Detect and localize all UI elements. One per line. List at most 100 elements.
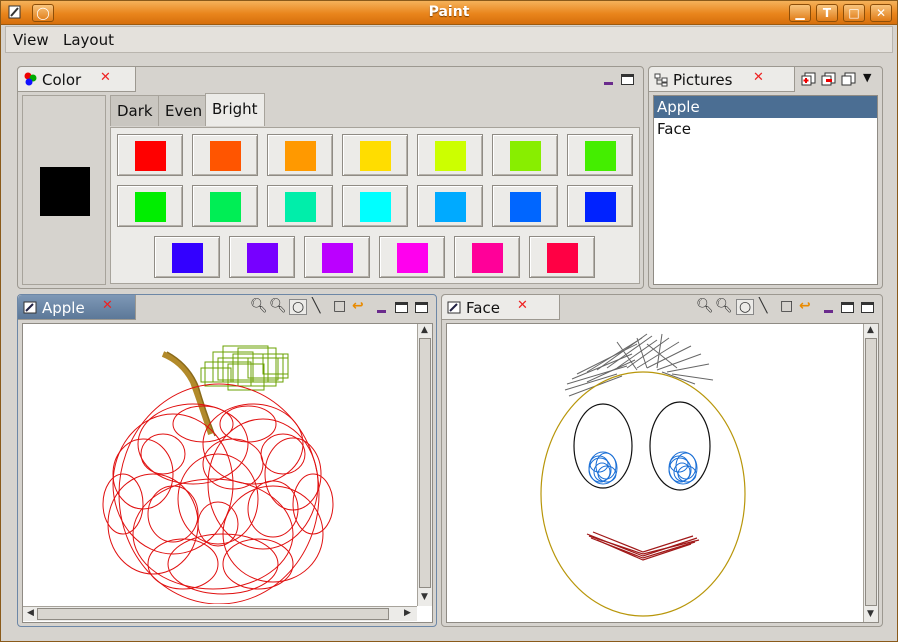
menu-layout[interactable]: Layout [63, 31, 114, 49]
color-swatch-button[interactable] [154, 236, 220, 278]
color-swatch-button[interactable] [417, 134, 483, 176]
picture-icon [23, 301, 37, 314]
pictures-panel: Pictures ✕ ▼ Apple Face [648, 66, 883, 289]
color-chip [360, 141, 391, 171]
apple-panel: Apple ✕ 🔍︎ 🔍︎ ○ ╲ □ ↩ ▲ ▼ ◀ ▶ [17, 294, 437, 627]
color-grid [110, 127, 640, 284]
color-chip [172, 243, 203, 273]
color-panel: Color ✕ Dark Even Bright [17, 66, 644, 289]
list-item-apple[interactable]: Apple [654, 96, 877, 118]
maximize-panel-icon[interactable] [395, 302, 408, 313]
minimize-panel-icon[interactable] [377, 310, 386, 313]
color-swatch-button[interactable] [342, 185, 408, 227]
color-chip [585, 141, 616, 171]
window-list-icon[interactable] [841, 71, 857, 87]
zoom-in-icon[interactable]: 🔍︎ [250, 299, 268, 313]
color-swatch-button[interactable] [342, 134, 408, 176]
maximize-panel-icon[interactable] [841, 302, 854, 313]
paint-window: ◯ Paint ▁ T □ ✕ View Layout Color ✕ Dark… [0, 0, 898, 642]
maximize-panel-icon[interactable] [621, 74, 634, 85]
apple-canvas[interactable]: ▲ ▼ ◀ ▶ [22, 323, 433, 623]
color-icon [24, 72, 37, 86]
zoom-out-icon[interactable]: 🔍︎ [269, 299, 287, 313]
color-swatch-button[interactable] [117, 134, 183, 176]
color-swatch-button[interactable] [454, 236, 520, 278]
color-swatch-button[interactable] [529, 236, 595, 278]
tab-dark[interactable]: Dark [110, 95, 160, 126]
delete-picture-icon[interactable] [821, 71, 837, 87]
zoom-out-icon[interactable]: 🔍︎ [715, 299, 733, 313]
face-panel: Face ✕ 🔍︎ 🔍︎ ○ ╲ □ ↩ ▲ ▼ [441, 294, 883, 627]
scrollbar-thumb[interactable] [865, 338, 877, 606]
color-swatch-button[interactable] [117, 185, 183, 227]
menu-bar: View Layout [5, 26, 893, 53]
horizontal-scrollbar[interactable]: ◀ ▶ [23, 606, 417, 621]
color-chip [322, 243, 353, 273]
minimize-button[interactable]: ▁ [789, 4, 811, 22]
minimize-panel-icon[interactable] [604, 82, 613, 85]
color-swatch-button[interactable] [267, 185, 333, 227]
tab-even[interactable]: Even [158, 95, 210, 126]
color-swatch-button[interactable] [379, 236, 445, 278]
line-tool-icon[interactable]: ╲ [312, 299, 320, 313]
color-chip [510, 141, 541, 171]
undo-icon[interactable]: ↩ [352, 299, 364, 313]
color-chip [285, 192, 316, 222]
undo-icon[interactable]: ↩ [799, 299, 811, 313]
close-icon[interactable]: ✕ [753, 70, 764, 85]
tab-apple-label: Apple [42, 299, 85, 317]
tab-bright[interactable]: Bright [205, 93, 265, 126]
close-button[interactable]: ✕ [870, 4, 892, 22]
color-swatch-button[interactable] [192, 185, 258, 227]
title-bar[interactable]: ◯ Paint ▁ T □ ✕ [1, 1, 897, 25]
list-item-face[interactable]: Face [654, 118, 877, 140]
restore-panel-icon[interactable] [861, 302, 874, 313]
color-swatch-button[interactable] [492, 134, 558, 176]
tab-pictures[interactable]: Pictures ✕ [649, 67, 795, 92]
color-chip [135, 192, 166, 222]
tree-icon [654, 73, 668, 87]
oval-tool-icon[interactable]: ○ [289, 299, 308, 315]
menu-view[interactable]: View [13, 31, 49, 49]
color-swatch-button[interactable] [567, 134, 633, 176]
vertical-scrollbar[interactable]: ▲ ▼ [417, 324, 432, 606]
color-chip [247, 243, 278, 273]
face-canvas[interactable]: ▲ ▼ [446, 323, 879, 623]
color-swatch-button[interactable] [417, 185, 483, 227]
shade-button[interactable]: T [816, 4, 838, 22]
color-swatch-button[interactable] [267, 134, 333, 176]
color-chip [210, 141, 241, 171]
new-picture-icon[interactable] [801, 71, 817, 87]
tab-face-label: Face [466, 299, 500, 317]
tab-color[interactable]: Color ✕ [18, 67, 136, 92]
close-icon[interactable]: ✕ [100, 70, 111, 85]
line-tool-icon[interactable]: ╲ [759, 299, 767, 313]
tab-apple[interactable]: Apple ✕ [18, 295, 136, 320]
color-swatch-button[interactable] [229, 236, 295, 278]
color-chip [135, 141, 166, 171]
scrollbar-thumb[interactable] [419, 338, 431, 588]
color-swatch-button[interactable] [304, 236, 370, 278]
close-icon[interactable]: ✕ [102, 298, 113, 313]
maximize-button[interactable]: □ [843, 4, 865, 22]
color-swatch-button[interactable] [567, 185, 633, 227]
picture-icon [447, 301, 461, 314]
rectangle-tool-icon[interactable]: □ [333, 299, 346, 313]
color-swatch-button[interactable] [192, 134, 258, 176]
tab-pictures-label: Pictures [673, 71, 733, 89]
vertical-scrollbar[interactable]: ▲ ▼ [863, 324, 878, 622]
rectangle-tool-icon[interactable]: □ [780, 299, 793, 313]
chevron-down-icon[interactable]: ▼ [863, 71, 871, 84]
tab-face[interactable]: Face ✕ [442, 295, 560, 320]
color-chip [472, 243, 503, 273]
oval-tool-icon[interactable]: ○ [736, 299, 755, 315]
window-title: Paint [428, 4, 470, 20]
color-chip [360, 192, 391, 222]
restore-panel-icon[interactable] [415, 302, 428, 313]
scrollbar-thumb[interactable] [37, 608, 389, 620]
minimize-panel-icon[interactable] [824, 310, 833, 313]
color-swatch-button[interactable] [492, 185, 558, 227]
zoom-in-icon[interactable]: 🔍︎ [696, 299, 714, 313]
close-icon[interactable]: ✕ [517, 298, 528, 313]
face-drawing [540, 333, 746, 617]
